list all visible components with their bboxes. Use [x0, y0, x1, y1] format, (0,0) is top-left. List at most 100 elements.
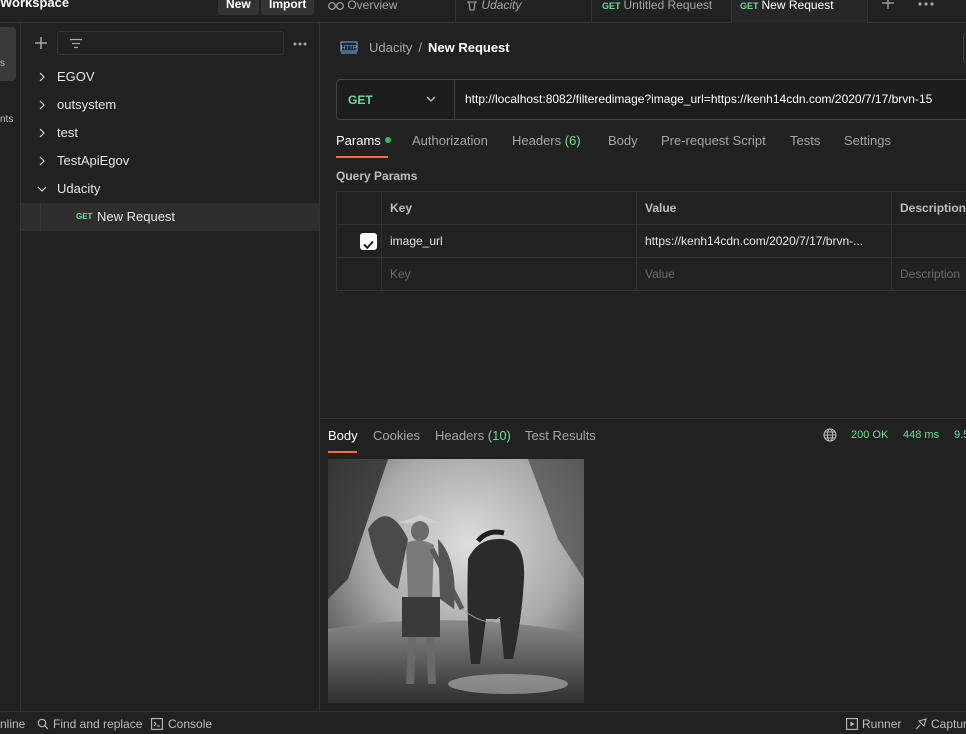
column-header-description: Description — [892, 192, 966, 225]
tab-tests[interactable]: Tests — [790, 133, 820, 148]
table-header-cell — [337, 192, 382, 225]
tab-test-results[interactable]: Test Results — [525, 428, 596, 443]
workspace-title[interactable]: Workspace — [0, 0, 69, 10]
param-value-input[interactable]: https://kenh14cdn.com/2020/7/17/brvn-... — [637, 225, 892, 258]
sidebar-item-udacity[interactable]: Udacity — [21, 175, 319, 203]
method-badge: GET — [76, 212, 93, 221]
online-status[interactable]: nline — [0, 717, 25, 731]
tab-overview[interactable]: Overview — [320, 0, 456, 23]
sidebar-item-testapiegov[interactable]: TestApiEgov — [21, 147, 319, 175]
tab-response-body[interactable]: Body — [328, 428, 358, 443]
tab-pre-request-script[interactable]: Pre-request Script — [661, 133, 766, 148]
sidebar: EGOV outsystem test TestApiEgov Udacity … — [21, 23, 320, 711]
add-collection-icon[interactable] — [34, 36, 48, 50]
tab-udacity[interactable]: Udacity — [456, 0, 592, 23]
import-button[interactable]: Import — [261, 0, 315, 15]
response-divider[interactable] — [320, 418, 966, 419]
chevron-right-icon[interactable] — [36, 63, 48, 91]
table-row-checkbox-cell — [337, 225, 382, 258]
param-checkbox[interactable] — [360, 233, 377, 250]
column-header-value: Value — [637, 192, 892, 225]
runner-button[interactable]: Runner — [862, 717, 901, 731]
tab-headers[interactable]: Headers (6) — [512, 133, 581, 148]
glasses-icon — [328, 1, 344, 10]
headers-count: (6) — [564, 133, 581, 148]
http-request-icon: HTTP — [340, 41, 358, 54]
tree-guide-line — [40, 203, 41, 231]
tab-settings[interactable]: Settings — [844, 133, 891, 148]
chevron-down-icon[interactable] — [36, 175, 48, 203]
trash-icon — [467, 1, 477, 11]
query-params-table: Key Value Description image_url https://… — [336, 191, 966, 291]
chevron-right-icon[interactable] — [36, 119, 48, 147]
params-indicator-dot — [384, 137, 391, 143]
breadcrumb-request-name[interactable]: New Request — [428, 40, 510, 55]
breadcrumb: Udacity / New Request — [369, 40, 510, 55]
runner-icon[interactable] — [846, 718, 858, 730]
tab-label: Udacity — [481, 0, 522, 12]
rail-label-collections: s — [0, 58, 5, 69]
filter-icon[interactable] — [69, 38, 83, 49]
tab-new-request[interactable]: GET New Request — [732, 0, 868, 23]
method-value: GET — [348, 93, 373, 107]
top-bar: Workspace New Import Overview Udacity GE… — [0, 0, 966, 23]
tab-authorization[interactable]: Authorization — [412, 133, 488, 148]
tab-untitled-request[interactable]: GET Untitled Request — [592, 0, 732, 23]
response-headers-count: (10) — [487, 428, 511, 443]
new-param-value-input[interactable]: Value — [637, 258, 892, 291]
capture-button[interactable]: Captur — [931, 717, 966, 731]
sidebar-more-icon[interactable] — [293, 42, 307, 46]
tab-label: Untitled Request — [623, 0, 713, 12]
more-tabs-icon[interactable] — [918, 2, 934, 6]
sidebar-item-label: EGOV — [57, 69, 95, 84]
tab-body[interactable]: Body — [608, 133, 638, 148]
param-description-input[interactable] — [892, 225, 966, 258]
console-button[interactable]: Console — [168, 717, 212, 731]
active-tab-underline — [336, 156, 388, 158]
response-time[interactable]: 448 ms — [903, 429, 939, 441]
new-param-description-input[interactable]: Description — [892, 258, 966, 291]
sidebar-item-label: outsystem — [57, 97, 117, 112]
sidebar-item-label: TestApiEgov — [57, 153, 130, 168]
console-icon[interactable] — [151, 718, 163, 730]
rail-label-environments[interactable]: nts — [0, 114, 13, 125]
chevron-right-icon[interactable] — [36, 91, 48, 119]
tab-label: New Request — [761, 0, 834, 12]
tab-params[interactable]: Params — [336, 133, 391, 148]
tab-response-headers[interactable]: Headers (10) — [435, 428, 511, 443]
new-button[interactable]: New — [218, 0, 259, 15]
column-header-key: Key — [382, 192, 637, 225]
rail-item-collections[interactable] — [0, 27, 16, 81]
globe-icon[interactable] — [823, 428, 837, 442]
svg-text:HTTP: HTTP — [341, 46, 357, 52]
tab-response-cookies[interactable]: Cookies — [373, 428, 420, 443]
sidebar-item-outsystem[interactable]: outsystem — [21, 91, 319, 119]
url-bar: GET http://localhost:8082/filteredimage?… — [336, 79, 966, 120]
capture-icon[interactable] — [915, 718, 927, 730]
breadcrumb-separator: / — [418, 40, 422, 55]
param-key-input[interactable]: image_url — [382, 225, 637, 258]
find-replace-button[interactable]: Find and replace — [53, 717, 142, 731]
query-params-title: Query Params — [336, 169, 418, 183]
sidebar-item-test[interactable]: test — [21, 119, 319, 147]
method-badge: GET — [740, 1, 759, 11]
sidebar-request-label: New Request — [97, 209, 176, 224]
breadcrumb-collection[interactable]: Udacity — [369, 40, 412, 55]
photo-farmer-with-buffalo — [328, 459, 584, 703]
sidebar-search-input[interactable] — [57, 31, 284, 55]
url-input[interactable]: http://localhost:8082/filteredimage?imag… — [465, 92, 932, 106]
add-tab-icon[interactable] — [881, 0, 895, 10]
new-param-key-input[interactable]: Key — [382, 258, 637, 291]
chevron-right-icon[interactable] — [36, 147, 48, 175]
active-response-tab-underline — [328, 451, 357, 453]
sidebar-item-label: test — [57, 125, 78, 140]
sidebar-item-label: Udacity — [57, 181, 101, 196]
response-size[interactable]: 9.5 — [954, 429, 966, 441]
search-icon[interactable] — [37, 718, 49, 730]
method-badge: GET — [602, 1, 621, 11]
chevron-down-icon — [426, 96, 436, 102]
method-select[interactable]: GET — [337, 80, 455, 119]
response-status[interactable]: 200 OK — [851, 429, 888, 441]
sidebar-item-egov[interactable]: EGOV — [21, 63, 319, 91]
sidebar-request-new-request[interactable]: GET New Request — [21, 203, 319, 231]
